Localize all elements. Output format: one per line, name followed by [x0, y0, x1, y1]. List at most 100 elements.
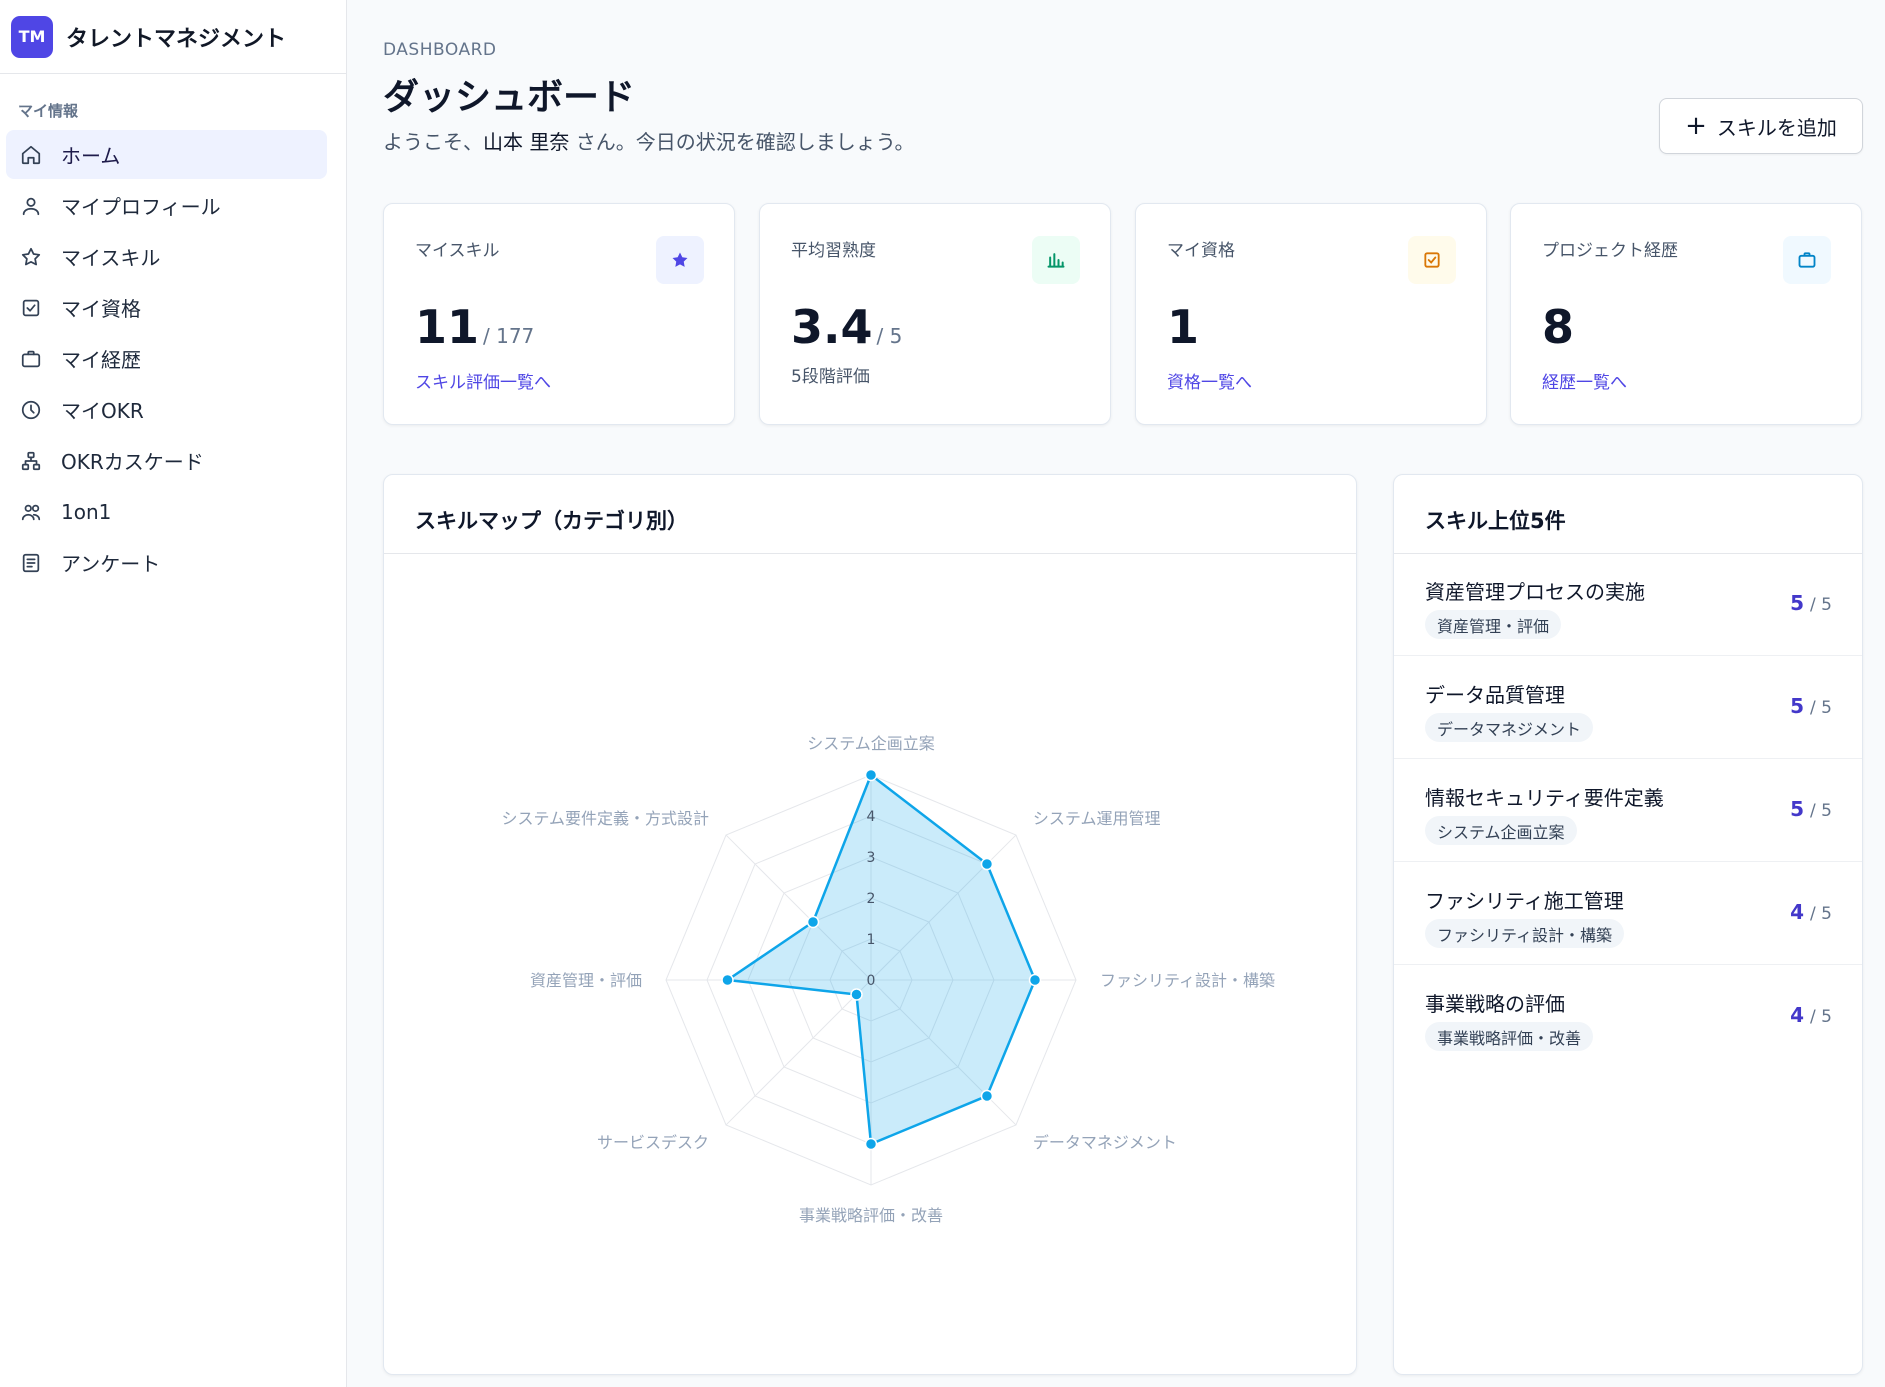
form-icon	[19, 551, 43, 575]
score-value: 5	[1790, 591, 1805, 615]
sidebar-item-okr-cascade[interactable]: OKRカスケード	[6, 436, 327, 485]
radar-axis-label: システム運用管理	[1033, 809, 1161, 828]
stat-label: マイスキル	[415, 241, 500, 261]
welcome-message: ようこそ、山本 里奈 さん。今日の状況を確認しましょう。	[383, 126, 915, 155]
radar-axis-label: ファシリティ設計・構築	[1100, 971, 1275, 990]
brand-logo: TM	[11, 15, 53, 58]
list-item[interactable]: データ品質管理 データマネジメント 5/ 5	[1394, 656, 1862, 759]
radar-data-point	[850, 988, 863, 1001]
briefcase-icon	[1783, 236, 1831, 284]
sidebar-item-label: マイプロフィール	[61, 195, 221, 219]
sidebar-item-profile[interactable]: マイプロフィール	[6, 181, 327, 230]
sidebar-item-label: マイOKR	[61, 399, 144, 423]
top-skills-list: 資産管理プロセスの実施 資産管理・評価 5/ 5 データ品質管理 データマネジメ…	[1394, 553, 1862, 1068]
score-max: / 5	[1810, 698, 1832, 718]
category-badge: ファシリティ設計・構築	[1425, 919, 1625, 948]
checkbox-icon	[19, 296, 43, 320]
sidebar-item-label: アンケート	[61, 552, 161, 576]
stat-value: 3.4/ 5	[791, 300, 902, 354]
list-item[interactable]: ファシリティ施工管理 ファシリティ設計・構築 4/ 5	[1394, 862, 1862, 965]
skill-name: 情報セキュリティ要件定義	[1425, 786, 1664, 810]
radar-data-point	[806, 915, 820, 929]
score-max: / 5	[1810, 801, 1832, 821]
stat-value: 1	[1167, 300, 1199, 354]
score-value: 5	[1790, 797, 1805, 821]
users-icon	[19, 500, 43, 524]
home-icon	[19, 143, 43, 167]
sidebar-item-okr[interactable]: マイOKR	[6, 385, 327, 434]
skill-score: 4/ 5	[1790, 900, 1832, 924]
sidebar-item-label: マイ経歴	[61, 348, 141, 372]
stat-label: マイ資格	[1167, 241, 1235, 261]
radar-axis-label: システム企画立案	[807, 734, 935, 753]
radar-tick-label: 3	[867, 850, 876, 866]
breadcrumb: DASHBOARD	[383, 40, 497, 60]
radar-tick-label: 2	[867, 891, 876, 907]
welcome-suffix: さん。今日の状況を確認しましょう。	[569, 130, 915, 154]
score-max: / 5	[1810, 904, 1832, 924]
welcome-prefix: ようこそ、	[383, 130, 483, 154]
radar-tick-label: 1	[867, 932, 876, 948]
skill-name: ファシリティ施工管理	[1425, 889, 1624, 913]
skill-list-link[interactable]: スキル評価一覧へ	[415, 368, 551, 393]
bar-chart-icon	[1032, 236, 1080, 284]
sidebar: TM タレントマネジメント マイ情報 ホーム マイプロフィール マイスキル マイ…	[0, 0, 347, 1387]
stat-card-certifications: マイ資格 1 資格一覧へ	[1135, 203, 1487, 425]
stat-number: 1	[1167, 300, 1200, 354]
star-icon	[19, 245, 43, 269]
score-value: 5	[1790, 694, 1805, 718]
sidebar-item-label: OKRカスケード	[61, 450, 204, 474]
top-skills-title: スキル上位5件	[1425, 509, 1566, 533]
stat-number: 11	[415, 300, 480, 354]
stat-value: 11/ 177	[415, 300, 534, 354]
hierarchy-icon	[19, 449, 43, 473]
radar-axis-label: 資産管理・評価	[530, 971, 642, 990]
sidebar-item-home[interactable]: ホーム	[6, 130, 327, 179]
score-value: 4	[1790, 1003, 1805, 1027]
radar-axis-label: データマネジメント	[1033, 1133, 1177, 1152]
radar-axis-label: システム要件定義・方式設計	[502, 809, 710, 828]
category-badge: 資産管理・評価	[1425, 610, 1562, 639]
sidebar-item-survey[interactable]: アンケート	[6, 538, 327, 587]
star-icon	[656, 236, 704, 284]
top-skills-panel: スキル上位5件 資産管理プロセスの実施 資産管理・評価 5/ 5 データ品質管理…	[1393, 474, 1863, 1375]
sidebar-item-skills[interactable]: マイスキル	[6, 232, 327, 281]
list-item[interactable]: 資産管理プロセスの実施 資産管理・評価 5/ 5	[1394, 553, 1862, 656]
radar-data-point	[980, 1089, 994, 1103]
skill-name: 事業戦略の評価	[1425, 992, 1565, 1016]
list-item[interactable]: 情報セキュリティ要件定義 システム企画立案 5/ 5	[1394, 759, 1862, 862]
radar-data-point	[980, 857, 994, 871]
radar-axis-label: 事業戦略評価・改善	[799, 1206, 943, 1225]
plus-icon: +	[1685, 111, 1707, 141]
sidebar-item-label: ホーム	[61, 144, 121, 168]
stat-card-skills: マイスキル 11/ 177 スキル評価一覧へ	[383, 203, 735, 425]
skill-score: 4/ 5	[1790, 1003, 1832, 1027]
skill-radar-chart: 012345システム企画立案システム運用管理ファシリティ設計・構築データマネジメ…	[502, 734, 1276, 1225]
career-list-link[interactable]: 経歴一覧へ	[1542, 368, 1627, 393]
radar-data-point	[864, 1137, 878, 1151]
check-square-icon	[1408, 236, 1456, 284]
stat-unit: / 177	[483, 324, 535, 348]
score-max: / 5	[1810, 595, 1832, 615]
radar-tick-label: 0	[867, 973, 876, 989]
sidebar-item-label: 1on1	[61, 499, 112, 524]
category-badge: 事業戦略評価・改善	[1425, 1022, 1594, 1051]
stat-subtitle: 5段階評価	[791, 367, 870, 387]
sidebar-item-1on1[interactable]: 1on1	[6, 487, 327, 536]
add-skill-button[interactable]: + スキルを追加	[1659, 98, 1863, 154]
skill-name: データ品質管理	[1425, 683, 1565, 707]
brand-name: タレントマネジメント	[66, 26, 287, 52]
page-title: ダッシュボード	[383, 77, 636, 118]
stat-card-projects: プロジェクト経歴 8 経歴一覧へ	[1510, 203, 1862, 425]
stat-card-proficiency: 平均習熟度 3.4/ 5 5段階評価	[759, 203, 1111, 425]
sidebar-item-career[interactable]: マイ経歴	[6, 334, 327, 383]
clock-icon	[19, 398, 43, 422]
stat-value: 8	[1542, 300, 1574, 354]
list-item[interactable]: 事業戦略の評価 事業戦略評価・改善 4/ 5	[1394, 965, 1862, 1068]
skill-map-panel: スキルマップ（カテゴリ別） 012345システム企画立案システム運用管理ファシリ…	[383, 474, 1357, 1375]
skill-name: 資産管理プロセスの実施	[1425, 580, 1645, 604]
brand[interactable]: TM タレントマネジメント	[0, 0, 346, 74]
certification-list-link[interactable]: 資格一覧へ	[1167, 368, 1252, 393]
sidebar-item-certifications[interactable]: マイ資格	[6, 283, 327, 332]
radar-axis-label: サービスデスク	[597, 1133, 709, 1152]
